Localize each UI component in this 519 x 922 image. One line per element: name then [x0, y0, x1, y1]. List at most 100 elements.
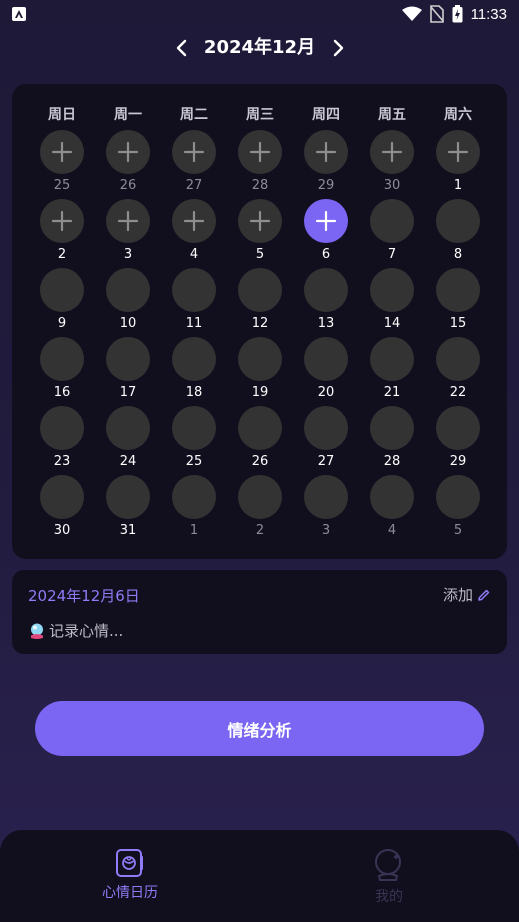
day-number: 2 — [255, 523, 265, 538]
day-number: 22 — [449, 385, 467, 400]
day-number: 23 — [53, 454, 71, 469]
day-cell[interactable] — [40, 337, 84, 381]
add-mood-icon — [447, 141, 469, 163]
selected-date-label: 2024年12月6日 — [28, 587, 140, 605]
day-cell[interactable] — [238, 475, 282, 519]
day-cell[interactable] — [436, 268, 480, 312]
day-number: 4 — [387, 523, 397, 538]
day-cell[interactable] — [238, 199, 282, 243]
chevron-right-icon — [333, 39, 344, 57]
day-number: 19 — [251, 385, 269, 400]
day-cell[interactable] — [172, 130, 216, 174]
mood-calendar-icon — [116, 849, 143, 877]
day-cell[interactable] — [370, 337, 414, 381]
day-number: 16 — [53, 385, 71, 400]
day-cell[interactable] — [40, 199, 84, 243]
day-cell[interactable] — [106, 130, 150, 174]
day-number: 21 — [383, 385, 401, 400]
day-number: 5 — [255, 247, 265, 262]
add-mood-icon — [117, 210, 139, 232]
weekday-label: 周日 — [48, 107, 76, 123]
day-cell[interactable] — [436, 475, 480, 519]
day-cell[interactable] — [304, 406, 348, 450]
day-cell[interactable] — [370, 268, 414, 312]
battery-charging-icon — [452, 5, 463, 23]
day-cell[interactable] — [172, 199, 216, 243]
day-cell[interactable] — [238, 268, 282, 312]
day-number: 30 — [383, 178, 401, 193]
day-number: 29 — [317, 178, 335, 193]
day-number: 7 — [387, 247, 397, 262]
day-cell[interactable] — [436, 199, 480, 243]
day-cell[interactable] — [304, 130, 348, 174]
next-month-button[interactable] — [325, 34, 353, 62]
add-note-label: 添加 — [442, 586, 473, 604]
day-cell[interactable] — [370, 199, 414, 243]
day-cell[interactable] — [106, 475, 150, 519]
no-sim-icon — [429, 5, 444, 23]
nav-item-profile[interactable]: 我的 — [329, 848, 449, 906]
day-cell[interactable] — [238, 406, 282, 450]
mood-note-placeholder: 记录心情... — [49, 622, 124, 640]
crystal-ball-emoji-icon — [31, 623, 43, 639]
day-cell[interactable] — [304, 475, 348, 519]
day-cell[interactable] — [304, 337, 348, 381]
day-cell[interactable] — [370, 475, 414, 519]
day-cell[interactable] — [172, 406, 216, 450]
day-cell[interactable] — [106, 337, 150, 381]
add-mood-icon — [315, 141, 337, 163]
day-cell[interactable] — [172, 268, 216, 312]
day-cell[interactable] — [370, 406, 414, 450]
day-cell[interactable] — [238, 337, 282, 381]
day-cell[interactable] — [40, 406, 84, 450]
day-cell[interactable] — [106, 268, 150, 312]
day-number: 4 — [189, 247, 199, 262]
day-cell[interactable] — [40, 475, 84, 519]
add-mood-icon — [249, 141, 271, 163]
day-number: 2 — [57, 247, 67, 262]
day-number: 26 — [119, 178, 137, 193]
day-cell[interactable] — [304, 268, 348, 312]
day-cell[interactable] — [436, 337, 480, 381]
emotion-analysis-button[interactable]: 情绪分析 — [35, 701, 484, 756]
weekday-label: 周三 — [246, 107, 274, 123]
day-cell[interactable] — [370, 130, 414, 174]
day-number: 15 — [449, 316, 467, 331]
status-bar: 11:33 — [0, 0, 519, 28]
weekday-label: 周二 — [180, 107, 208, 123]
day-cell-selected[interactable] — [304, 199, 348, 243]
day-number: 3 — [321, 523, 331, 538]
mood-note-input[interactable]: 记录心情... — [28, 620, 123, 641]
add-mood-icon — [381, 141, 403, 163]
day-number: 27 — [317, 454, 335, 469]
day-number: 24 — [119, 454, 137, 469]
nav-item-mood-calendar[interactable]: 心情日历 — [70, 848, 190, 902]
day-cell[interactable] — [238, 130, 282, 174]
mood-note-card: 2024年12月6日 添加 记录心情... — [12, 570, 507, 654]
day-number: 18 — [185, 385, 203, 400]
day-number: 3 — [123, 247, 133, 262]
day-cell[interactable] — [172, 475, 216, 519]
day-number: 12 — [251, 316, 269, 331]
day-number: 8 — [453, 247, 463, 262]
add-note-button[interactable]: 添加 — [443, 584, 491, 605]
day-cell[interactable] — [40, 268, 84, 312]
weekday-label: 周六 — [444, 107, 472, 123]
add-mood-icon — [183, 210, 205, 232]
day-number: 29 — [449, 454, 467, 469]
day-cell[interactable] — [436, 406, 480, 450]
day-cell[interactable] — [106, 199, 150, 243]
crystal-ball-icon — [375, 849, 401, 881]
wifi-icon — [401, 6, 422, 21]
day-number: 11 — [185, 316, 203, 331]
add-mood-icon — [315, 210, 337, 232]
day-cell[interactable] — [436, 130, 480, 174]
day-number: 20 — [317, 385, 335, 400]
day-cell[interactable] — [40, 130, 84, 174]
app-notification-icon — [12, 7, 26, 21]
day-cell[interactable] — [106, 406, 150, 450]
day-number: 27 — [185, 178, 203, 193]
add-mood-icon — [117, 141, 139, 163]
day-number: 5 — [453, 523, 463, 538]
day-cell[interactable] — [172, 337, 216, 381]
